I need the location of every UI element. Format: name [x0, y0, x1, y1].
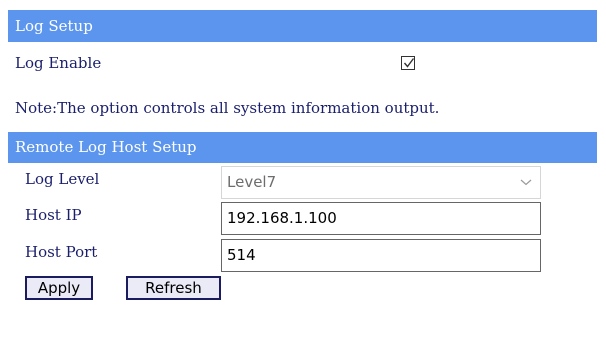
log-settings-page: Log Setup Log Enable Note:The option con… [8, 10, 597, 303]
refresh-button[interactable]: Refresh [126, 276, 221, 300]
remote-log-header: Remote Log Host Setup [8, 132, 597, 163]
chevron-down-icon [520, 179, 532, 186]
checkmark-icon [403, 58, 415, 68]
log-level-label: Log Level [25, 170, 100, 188]
log-note-text: Note:The option controls all system info… [15, 99, 440, 117]
host-ip-value: 192.168.1.100 [227, 209, 337, 227]
host-port-input[interactable]: 514 [221, 239, 541, 272]
apply-button[interactable]: Apply [25, 276, 93, 300]
host-ip-input[interactable]: 192.168.1.100 [221, 202, 541, 235]
host-port-value: 514 [227, 246, 256, 264]
log-level-select[interactable]: Level7 [221, 166, 541, 199]
log-note-row: Note:The option controls all system info… [8, 86, 597, 132]
log-level-row: Log Level Level7 [8, 163, 597, 199]
log-enable-label: Log Enable [15, 54, 102, 72]
host-port-label: Host Port [25, 243, 98, 261]
log-enable-checkbox[interactable] [401, 56, 415, 70]
log-level-value: Level7 [227, 173, 277, 191]
button-row: Apply Refresh [8, 273, 597, 303]
host-ip-row: Host IP 192.168.1.100 [8, 199, 597, 235]
log-setup-header: Log Setup [8, 10, 597, 42]
host-port-row: Host Port 514 [8, 235, 597, 273]
log-enable-row: Log Enable [8, 42, 597, 86]
host-ip-label: Host IP [25, 206, 82, 224]
